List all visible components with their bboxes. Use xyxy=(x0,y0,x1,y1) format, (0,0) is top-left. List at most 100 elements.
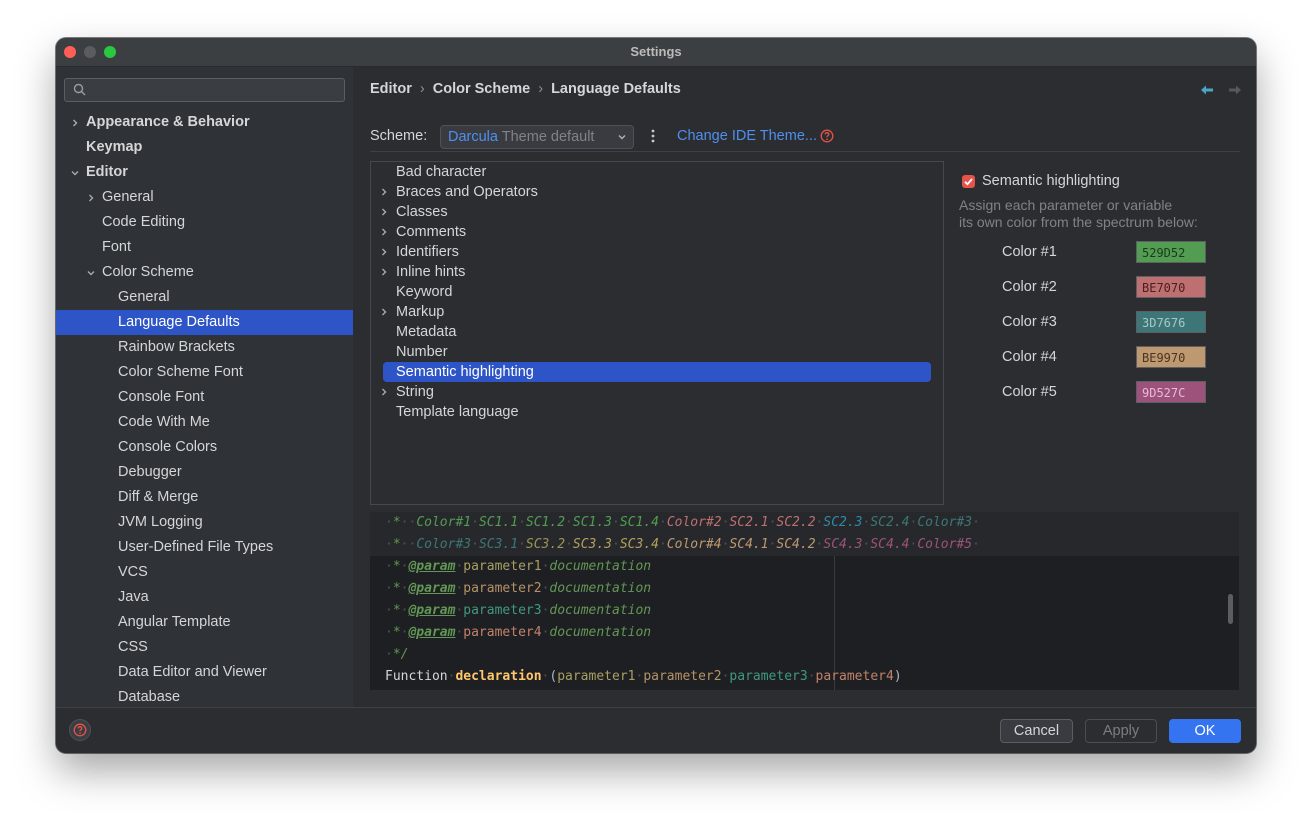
color-swatch[interactable]: BE9970 xyxy=(1136,346,1206,368)
sidebar-item-vcs[interactable]: VCS xyxy=(56,560,353,585)
semantic-description: Assign each parameter or variable its ow… xyxy=(959,197,1198,231)
element-number[interactable]: Number xyxy=(371,342,943,362)
code-preview[interactable]: ·*··Color#1·SC1.1·SC1.2·SC1.3·SC1.4·Colo… xyxy=(370,512,1239,690)
ok-button[interactable]: OK xyxy=(1169,719,1241,743)
sidebar-item-label: Java xyxy=(118,589,149,605)
divider xyxy=(370,151,1240,152)
code-token: parameter1 xyxy=(557,669,636,684)
chevron-down-icon[interactable] xyxy=(86,268,96,278)
code-token: * xyxy=(392,603,401,618)
code-token: Color#2 xyxy=(666,515,722,530)
chevron-right-icon[interactable] xyxy=(379,387,389,397)
code-token: @param xyxy=(408,559,456,574)
more-options-icon[interactable] xyxy=(650,128,656,144)
sidebar-item-database[interactable]: Database xyxy=(56,685,353,707)
chevron-right-icon[interactable] xyxy=(379,207,389,217)
color-swatch[interactable]: 529D52 xyxy=(1136,241,1206,263)
element-comments[interactable]: Comments xyxy=(371,222,943,242)
element-label: Braces and Operators xyxy=(396,184,538,200)
element-braces-and-operators[interactable]: Braces and Operators xyxy=(371,182,943,202)
semantic-highlighting-checkbox[interactable] xyxy=(962,175,975,188)
chevron-right-icon[interactable] xyxy=(379,227,389,237)
color-swatch[interactable]: BE7070 xyxy=(1136,276,1206,298)
scheme-dropdown[interactable]: Darcula Theme default xyxy=(440,125,634,149)
color-swatch[interactable]: 9D527C xyxy=(1136,381,1206,403)
element-label: Markup xyxy=(396,304,445,320)
help-button[interactable] xyxy=(69,719,91,741)
element-label: Number xyxy=(396,344,448,360)
sidebar-item-color-scheme-font[interactable]: Color Scheme Font xyxy=(56,360,353,385)
question-mark-icon[interactable] xyxy=(820,129,834,143)
back-arrow-icon[interactable] xyxy=(1200,84,1214,96)
element-bad-character[interactable]: Bad character xyxy=(371,162,943,182)
breadcrumb-color-scheme[interactable]: Color Scheme xyxy=(433,81,531,97)
sidebar-item-console-colors[interactable]: Console Colors xyxy=(56,435,353,460)
sidebar-item-language-defaults[interactable]: Language Defaults xyxy=(56,310,353,335)
apply-button[interactable]: Apply xyxy=(1085,719,1157,743)
element-template-language[interactable]: Template language xyxy=(371,402,943,422)
code-token: SC4.1 xyxy=(729,537,769,552)
element-metadata[interactable]: Metadata xyxy=(371,322,943,342)
element-classes[interactable]: Classes xyxy=(371,202,943,222)
code-line: ·*··Color#3·SC3.1·SC3.2·SC3.3·SC3.4·Colo… xyxy=(370,534,1239,556)
element-markup[interactable]: Markup xyxy=(371,302,943,322)
element-inline-hints[interactable]: Inline hints xyxy=(371,262,943,282)
sidebar-item-rainbow-brackets[interactable]: Rainbow Brackets xyxy=(56,335,353,360)
sidebar-item-code-editing[interactable]: Code Editing xyxy=(56,210,353,235)
chevron-right-icon[interactable] xyxy=(70,118,80,128)
scheme-name: Darcula xyxy=(448,129,498,145)
forward-arrow-icon[interactable] xyxy=(1228,84,1242,96)
element-identifiers[interactable]: Identifiers xyxy=(371,242,943,262)
cancel-button[interactable]: Cancel xyxy=(1000,719,1073,743)
element-semantic-highlighting[interactable]: Semantic highlighting xyxy=(383,362,931,382)
settings-search-input[interactable] xyxy=(64,78,345,102)
settings-window: Settings Appearance & Behavior Keymap Edit… xyxy=(56,38,1256,753)
code-token: parameter2 xyxy=(463,581,542,596)
breadcrumb-editor[interactable]: Editor xyxy=(370,81,412,97)
sidebar-item-data-editor-and-viewer[interactable]: Data Editor and Viewer xyxy=(56,660,353,685)
chevron-right-icon[interactable] xyxy=(379,267,389,277)
color-swatch[interactable]: 3D7676 xyxy=(1136,311,1206,333)
sidebar-item-jvm-logging[interactable]: JVM Logging xyxy=(56,510,353,535)
code-line: ·*·@param·parameter3·documentation xyxy=(385,603,652,618)
sidebar-item-console-font[interactable]: Console Font xyxy=(56,385,353,410)
chevron-down-icon xyxy=(618,135,626,140)
semantic-highlighting-label: Semantic highlighting xyxy=(982,173,1120,189)
chevron-right-icon[interactable] xyxy=(379,307,389,317)
chevron-right-icon[interactable] xyxy=(379,247,389,257)
code-token: @param xyxy=(408,581,456,596)
chevron-down-icon[interactable] xyxy=(70,168,80,178)
sidebar-item-color-scheme[interactable]: Color Scheme xyxy=(56,260,353,285)
dialog-footer: Cancel Apply OK xyxy=(56,707,1256,753)
sidebar-item-editor[interactable]: Editor xyxy=(56,160,353,185)
semantic-color-row: Color #1 529D52 xyxy=(1002,241,1217,265)
code-line: ·*··Color#1·SC1.1·SC1.2·SC1.3·SC1.4·Colo… xyxy=(370,512,1239,534)
preview-scrollbar[interactable] xyxy=(1228,594,1233,624)
code-token: SC2.1 xyxy=(729,515,769,530)
sidebar-item-label: Code Editing xyxy=(102,214,186,230)
sidebar-item-keymap[interactable]: Keymap xyxy=(56,135,353,160)
code-line: Function·declaration·(parameter1·paramet… xyxy=(385,669,902,684)
code-token: @param xyxy=(408,625,456,640)
sidebar-item-angular-template[interactable]: Angular Template xyxy=(56,610,353,635)
sidebar-item-general[interactable]: General xyxy=(56,185,353,210)
code-token: SC1.1 xyxy=(478,515,519,530)
sidebar-item-diff-merge[interactable]: Diff & Merge xyxy=(56,485,353,510)
sidebar-item-java[interactable]: Java xyxy=(56,585,353,610)
sidebar-item-code-with-me[interactable]: Code With Me xyxy=(56,410,353,435)
change-ide-theme-link[interactable]: Change IDE Theme... xyxy=(677,128,817,144)
sidebar-item-font[interactable]: Font xyxy=(56,235,353,260)
checkmark-icon xyxy=(964,178,973,186)
sidebar-item-appearance-behavior[interactable]: Appearance & Behavior xyxy=(56,110,353,135)
sidebar-item-css[interactable]: CSS xyxy=(56,635,353,660)
scheme-suffix: Theme default xyxy=(501,129,595,145)
element-string[interactable]: String xyxy=(371,382,943,402)
element-label: Classes xyxy=(396,204,448,220)
element-keyword[interactable]: Keyword xyxy=(371,282,943,302)
chevron-right-icon[interactable] xyxy=(379,187,389,197)
breadcrumb: Editor › Color Scheme › Language Defaults xyxy=(370,81,681,97)
sidebar-item-debugger[interactable]: Debugger xyxy=(56,460,353,485)
sidebar-item-general[interactable]: General xyxy=(56,285,353,310)
chevron-right-icon[interactable] xyxy=(86,193,96,203)
sidebar-item-user-defined-file-types[interactable]: User-Defined File Types xyxy=(56,535,353,560)
